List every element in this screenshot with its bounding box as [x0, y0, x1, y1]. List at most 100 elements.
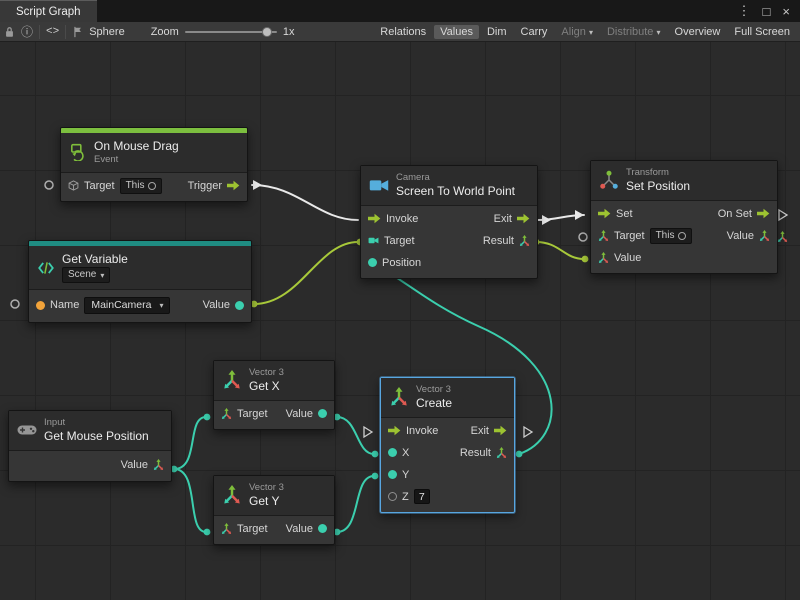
graph-owner-label[interactable]: Sphere: [89, 26, 124, 38]
script-graph-window: Script Graph ⋮ □ × ⓘ <> Sphere Zoom 1x R…: [0, 0, 800, 600]
value-output-port[interactable]: [235, 301, 244, 310]
node-title: Get Variable: [62, 252, 128, 266]
wire-endpoint: [582, 256, 589, 263]
dim-button[interactable]: Dim: [481, 25, 513, 39]
wire-endpoint: [204, 529, 211, 536]
fullscreen-button[interactable]: Full Screen: [728, 25, 796, 39]
value-output-port[interactable]: [318, 524, 327, 533]
y-input-port[interactable]: [388, 470, 397, 479]
unconnected-port-circle[interactable]: [11, 300, 19, 308]
port-label-value: Value: [203, 299, 230, 311]
z-input-port[interactable]: [388, 492, 397, 501]
vector3-port-icon[interactable]: [496, 447, 507, 459]
values-button[interactable]: Values: [434, 25, 479, 39]
string-port[interactable]: [36, 301, 45, 310]
wire-mouse-to-getx[interactable]: [174, 417, 206, 469]
variable-name-dropdown[interactable]: MainCamera▾: [84, 297, 170, 314]
zoom-slider-handle[interactable]: [262, 27, 272, 37]
vector3-port-icon[interactable]: [598, 252, 609, 264]
node-title: Set Position: [626, 179, 690, 193]
wire-trigger-to-invoke[interactable]: [252, 185, 358, 220]
flow-arrow-icon[interactable]: [494, 425, 507, 436]
toolbar-buttons: Relations Values Dim Carry Align ▾ Distr…: [374, 25, 796, 39]
port-label-target: Target: [384, 235, 415, 247]
flow-arrow-icon[interactable]: [368, 213, 381, 224]
vector3-port-icon[interactable]: [598, 230, 609, 242]
chevron-down-icon: ▾: [657, 28, 661, 37]
toolbar-divider: [39, 25, 40, 39]
vector3-port-icon[interactable]: [153, 459, 164, 471]
menu-icon[interactable]: ⋮: [738, 3, 751, 19]
unconnected-flow-port[interactable]: [524, 427, 532, 437]
port-label-target: Target: [237, 523, 268, 535]
code-icon[interactable]: <>: [46, 26, 59, 38]
wire-result-to-value[interactable]: [536, 242, 584, 259]
unconnected-port-circle[interactable]: [45, 181, 53, 189]
flow-arrow-icon[interactable]: [757, 208, 770, 219]
this-chip[interactable]: This: [120, 178, 163, 194]
x-input-port[interactable]: [388, 448, 397, 457]
window-controls: ⋮ □ ×: [738, 0, 800, 22]
wire-variable-to-target[interactable]: [254, 242, 358, 304]
port-label-value: Value: [286, 523, 313, 535]
port-label-set: Set: [616, 208, 633, 220]
flow-arrow-icon[interactable]: [517, 213, 530, 224]
vector3-port-icon[interactable]: [519, 235, 530, 247]
toolbar-divider: [65, 25, 66, 39]
flow-arrow-icon[interactable]: [598, 208, 611, 219]
node-create-vector3[interactable]: Vector 3 Create Invoke Exit X Result: [380, 377, 515, 513]
transform-icon: [599, 170, 619, 190]
carry-button[interactable]: Carry: [515, 25, 554, 39]
camera-type-icon[interactable]: [368, 235, 379, 246]
vector3-port-icon[interactable]: [221, 408, 232, 420]
relations-button[interactable]: Relations: [374, 25, 432, 39]
vector3-icon: [389, 387, 409, 407]
node-on-mouse-drag[interactable]: On Mouse Drag Event Target This Trigger: [60, 127, 248, 202]
camera-icon: [369, 175, 389, 195]
flow-arrow-icon[interactable]: [388, 425, 401, 436]
wire-mouse-to-gety[interactable]: [174, 469, 206, 532]
info-icon[interactable]: ⓘ: [21, 23, 33, 40]
node-title: Get X: [249, 379, 284, 393]
graph-canvas[interactable]: On Mouse Drag Event Target This Trigger: [0, 42, 800, 600]
wire-gety-to-createy[interactable]: [337, 476, 374, 532]
port-label-value-in: Value: [614, 252, 641, 264]
lock-icon[interactable]: [4, 26, 15, 38]
position-input-port[interactable]: [368, 258, 377, 267]
flow-arrow-icon[interactable]: [227, 180, 240, 191]
node-category: Camera: [396, 172, 515, 183]
node-title: Get Y: [249, 494, 284, 508]
gameobject-icon: [68, 180, 79, 191]
align-dropdown[interactable]: Align ▾: [555, 25, 599, 39]
node-title: Create: [416, 396, 452, 410]
vector3-port-icon[interactable]: [778, 231, 787, 242]
node-set-position[interactable]: Transform Set Position Set On Set Target…: [590, 160, 778, 274]
unconnected-port-circle[interactable]: [579, 233, 587, 241]
variable-scope-dropdown[interactable]: Scene▾: [62, 267, 110, 283]
node-screen-to-world-point[interactable]: Camera Screen To World Point Invoke Exit…: [360, 165, 538, 279]
tab-script-graph[interactable]: Script Graph: [0, 0, 97, 22]
node-get-variable[interactable]: Get Variable Scene▾ Name MainCamera▾ Val…: [28, 240, 252, 323]
unconnected-flow-port[interactable]: [364, 427, 372, 437]
maximize-icon[interactable]: □: [763, 4, 771, 19]
overview-button[interactable]: Overview: [669, 25, 727, 39]
distribute-dropdown[interactable]: Distribute ▾: [601, 25, 667, 39]
zoom-label: Zoom: [151, 26, 179, 38]
value-output-port[interactable]: [318, 409, 327, 418]
z-value-field[interactable]: 7: [414, 489, 430, 504]
port-label-y: Y: [402, 469, 409, 481]
vector3-icon: [222, 370, 242, 390]
vector3-port-icon[interactable]: [221, 523, 232, 535]
node-get-y[interactable]: Vector 3 Get Y Target Value: [213, 475, 335, 545]
zoom-slider[interactable]: [185, 31, 277, 33]
node-get-mouse-position[interactable]: Input Get Mouse Position Value: [8, 410, 172, 482]
wire-getx-to-createx[interactable]: [337, 417, 374, 454]
wire-endpoint: [372, 451, 379, 458]
chevron-down-icon: ▾: [100, 271, 104, 281]
close-icon[interactable]: ×: [782, 4, 790, 19]
vector3-port-icon[interactable]: [759, 230, 770, 242]
unconnected-flow-port[interactable]: [779, 210, 787, 220]
port-label-value: Value: [286, 408, 313, 420]
this-chip[interactable]: This: [650, 228, 693, 244]
node-get-x[interactable]: Vector 3 Get X Target Value: [213, 360, 335, 430]
